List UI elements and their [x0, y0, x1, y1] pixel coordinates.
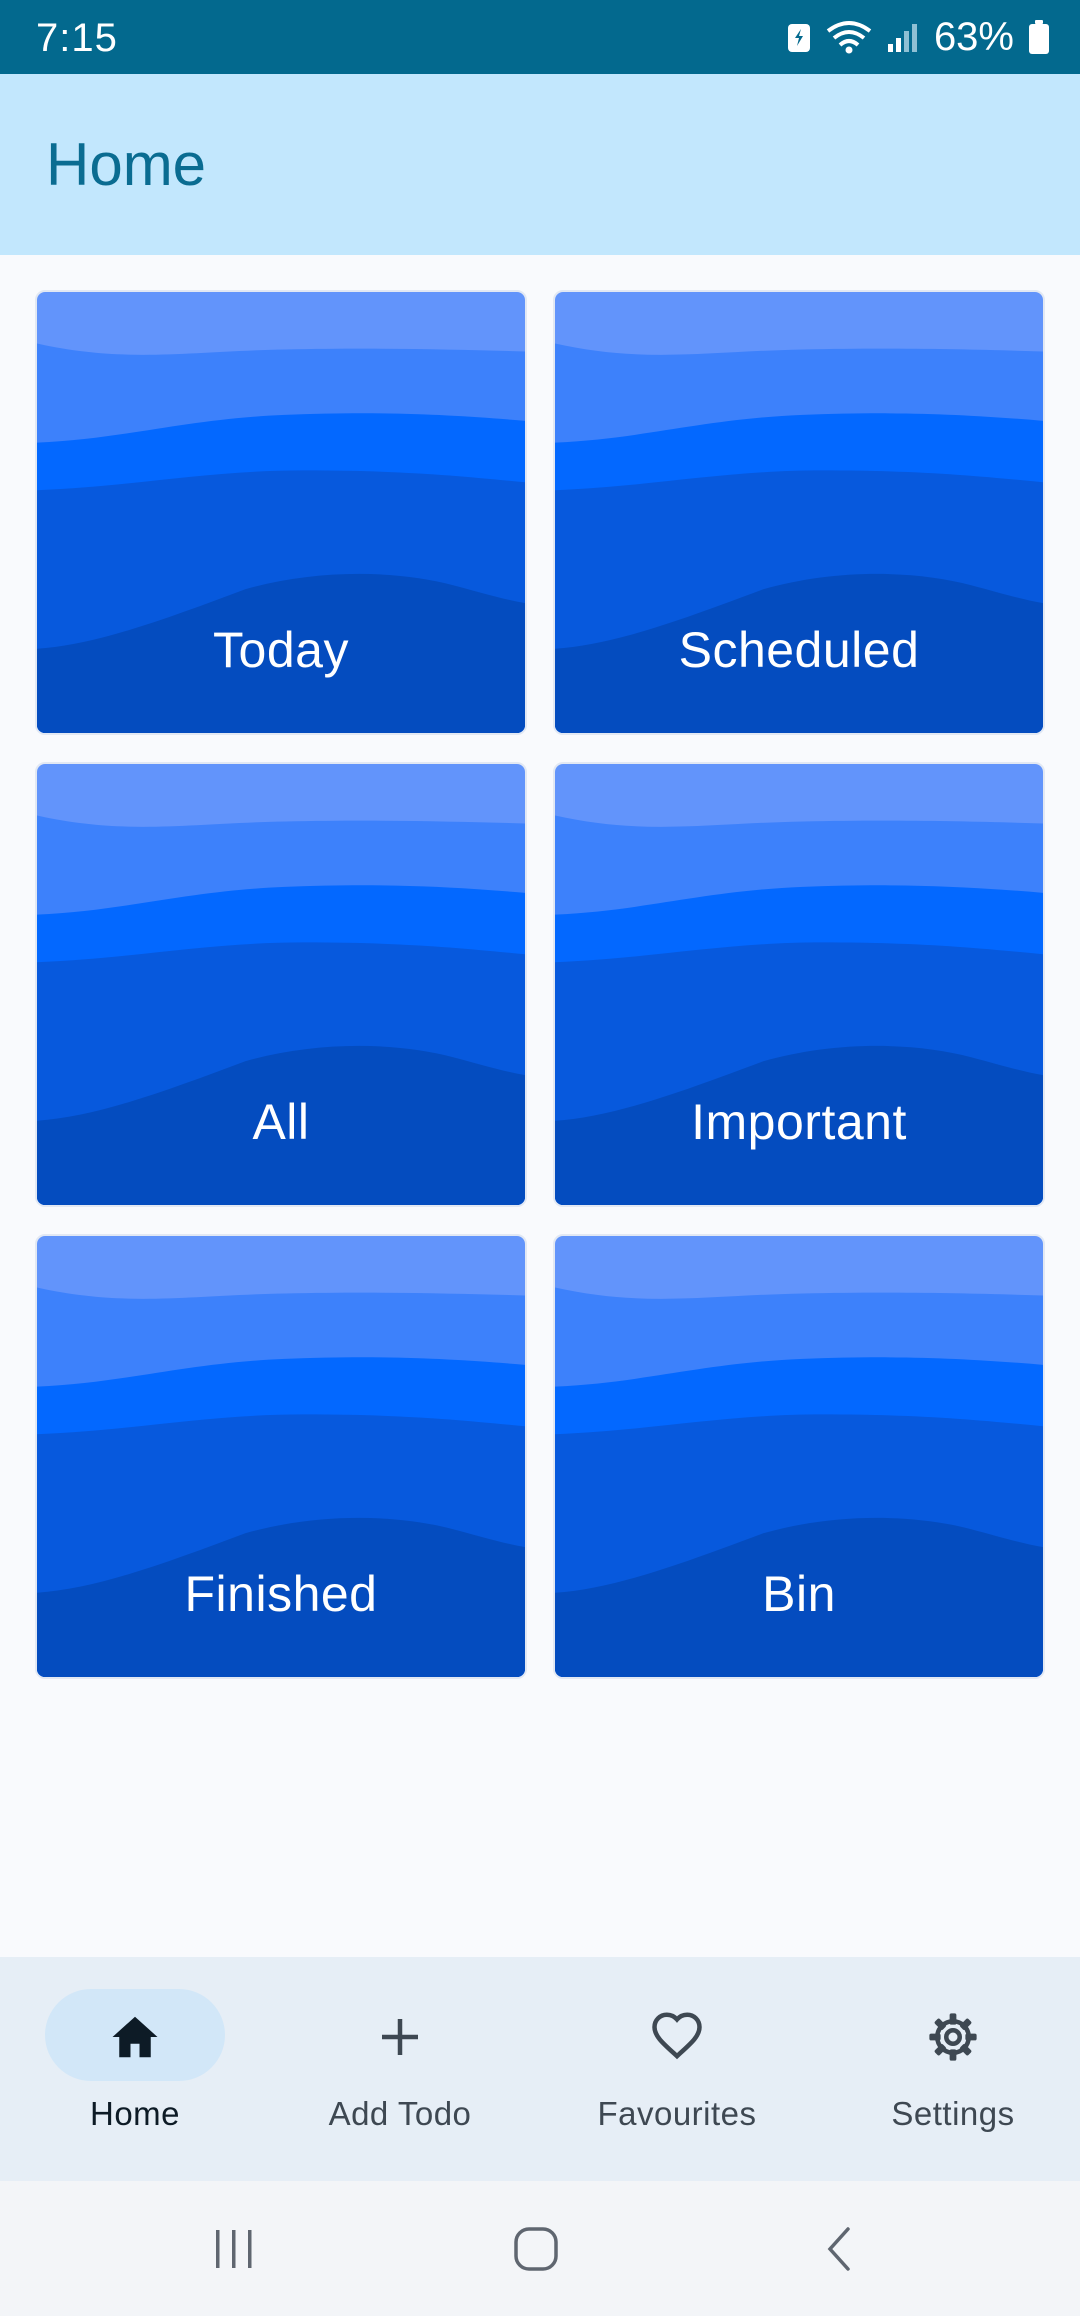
home-icon: [112, 2016, 158, 2058]
nav-item-home[interactable]: Home: [0, 1957, 270, 2181]
battery-icon: [1028, 19, 1050, 55]
heart-icon: [652, 2012, 702, 2060]
tile-important[interactable]: Important: [553, 762, 1045, 1207]
wifi-icon: [826, 19, 872, 55]
plus-icon: [382, 2019, 418, 2055]
home-button[interactable]: [436, 2181, 636, 2316]
status-time: 7:15: [36, 16, 118, 60]
nav-label: Settings: [891, 2095, 1015, 2132]
tile-label: Important: [691, 1094, 907, 1150]
tile-finished[interactable]: Finished: [35, 1234, 527, 1679]
battery-saver-icon: [786, 20, 812, 54]
app-bar: Home: [0, 74, 1080, 255]
recents-button[interactable]: [134, 2181, 334, 2316]
nav-item-settings[interactable]: Settings: [818, 1957, 1080, 2181]
tile-scheduled[interactable]: Scheduled: [553, 290, 1045, 735]
back-button[interactable]: [740, 2181, 940, 2316]
tile-label: Bin: [762, 1566, 836, 1622]
gear-icon: [929, 2013, 977, 2061]
nav-label: Favourites: [597, 2095, 757, 2132]
nav-item-favourites[interactable]: Favourites: [542, 1957, 812, 2181]
nav-label: Home: [89, 2095, 181, 2132]
tile-label: Finished: [184, 1566, 378, 1622]
bottom-navigation: Home Add Todo Favourites Settings: [0, 1957, 1080, 2181]
tile-label: Scheduled: [678, 622, 920, 678]
tile-label: All: [252, 1094, 310, 1150]
back-icon: [827, 2226, 850, 2271]
page-title: Home: [46, 131, 207, 198]
tile-label: Today: [213, 622, 349, 678]
tile-bin[interactable]: Bin: [553, 1234, 1045, 1679]
status-icons: 63%: [786, 12, 1050, 62]
status-bar: 7:15 63%: [0, 0, 1080, 74]
tile-today[interactable]: Today: [35, 290, 527, 735]
nav-label: Add Todo: [328, 2095, 472, 2132]
nav-item-add-todo[interactable]: Add Todo: [265, 1957, 535, 2181]
tile-all[interactable]: All: [35, 762, 527, 1207]
recents-icon: [216, 2229, 252, 2268]
signal-icon: [886, 20, 920, 54]
battery-percent: 63%: [933, 14, 1014, 59]
home-circle-icon: [514, 2226, 558, 2271]
system-navigation-bar: [0, 2181, 1080, 2316]
